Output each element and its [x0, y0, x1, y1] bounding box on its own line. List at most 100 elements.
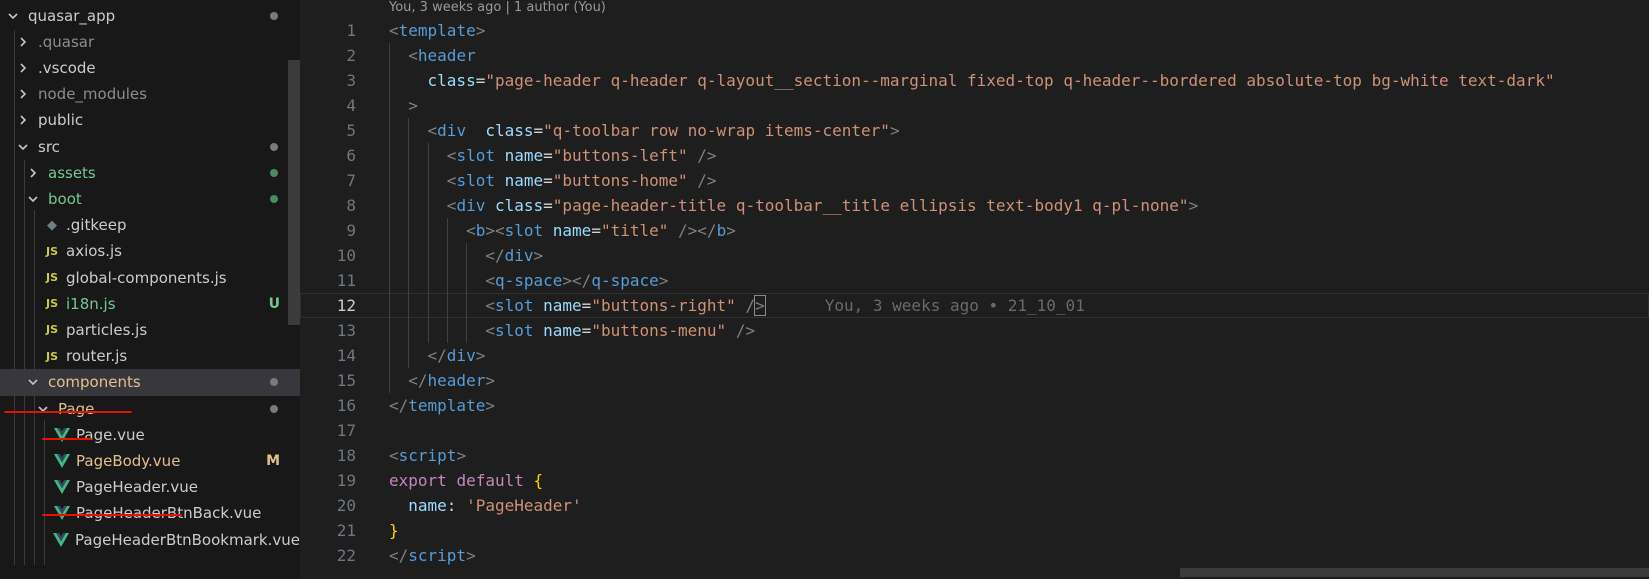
line-number: 5 — [346, 121, 356, 140]
code-text: <header — [389, 43, 475, 68]
code-line[interactable]: 7 <slot name="buttons-home" /> — [300, 168, 1649, 193]
code-line[interactable]: 8 <div class="page-header-title q-toolba… — [300, 193, 1649, 218]
code-line[interactable]: 13 <slot name="buttons-menu" /> — [300, 318, 1649, 343]
code-line[interactable]: 21} — [300, 518, 1649, 543]
explorer-item[interactable]: public — [0, 107, 300, 134]
code-line[interactable]: 17 — [300, 418, 1649, 443]
chevron-down-icon[interactable] — [36, 402, 50, 416]
explorer-item[interactable]: assets — [0, 159, 300, 186]
explorer-item[interactable]: JS particles.js — [0, 316, 300, 343]
chevron-right-icon[interactable] — [16, 87, 30, 101]
code-token: script — [398, 446, 457, 465]
code-line[interactable]: 16 </template> — [300, 393, 1649, 418]
code-token: class — [494, 196, 544, 215]
chevron-down-icon[interactable] — [6, 9, 20, 23]
explorer-scrollbar[interactable] — [288, 60, 300, 325]
explorer-item[interactable]: .quasar — [0, 28, 300, 55]
code-token: = — [543, 171, 553, 190]
code-token: "page-header-title q-toolbar__title elli… — [552, 196, 1189, 215]
tree-indent-guide — [14, 30, 15, 565]
chevron-right-icon[interactable] — [16, 61, 30, 75]
code-line[interactable]: 9 <b><slot name="title" /></b> — [300, 218, 1649, 243]
code-token: class — [427, 71, 476, 90]
code-line[interactable]: 1 <template> — [300, 18, 1649, 43]
line-number: 16 — [336, 396, 356, 415]
explorer-item[interactable]: Page — [0, 395, 300, 422]
code-line[interactable]: 12 <slot name="buttons-right" /> You, 3 w… — [300, 293, 1649, 318]
code-token: slot — [494, 296, 534, 315]
code-token: > — [485, 396, 495, 415]
code-token: < — [446, 171, 457, 190]
explorer-item[interactable]: PageHeaderBtnBookmark.vue — [0, 526, 300, 553]
explorer-item-label: i18n.js — [66, 294, 116, 313]
chevron-down-icon[interactable] — [26, 375, 40, 389]
explorer-item[interactable]: components — [0, 368, 300, 396]
code-token: > — [658, 271, 669, 290]
chevron-right-icon[interactable] — [16, 113, 30, 127]
code-token: < — [466, 221, 476, 240]
code-line[interactable]: 19 export default { — [300, 468, 1649, 493]
code-token: > — [754, 295, 766, 316]
code-line[interactable]: 6 <slot name="buttons-left" /> — [300, 143, 1649, 168]
chevron-down-icon[interactable] — [16, 140, 30, 154]
explorer-item[interactable]: boot — [0, 185, 300, 212]
code-indent-guide — [408, 118, 410, 368]
red-underline-annotation — [42, 514, 182, 516]
explorer-item[interactable]: PageBody.vue M — [0, 447, 300, 474]
explorer-item[interactable]: JS axios.js — [0, 238, 300, 265]
code-line[interactable]: 15 </header> — [300, 368, 1649, 393]
code-line[interactable]: 4 > — [300, 93, 1649, 118]
code-token: slot — [456, 146, 495, 165]
code-token: "title" — [600, 221, 669, 240]
code-token: > — [889, 121, 900, 140]
chevron-right-icon[interactable] — [16, 35, 30, 49]
code-line[interactable]: 20 name: 'PageHeader' — [300, 493, 1649, 518]
code-line[interactable]: 11 <q-space></q-space> — [300, 268, 1649, 293]
line-number: 2 — [346, 46, 356, 65]
code-text: > — [389, 93, 418, 118]
code-token: /> — [735, 321, 756, 340]
explorer-item[interactable]: PageHeader.vue — [0, 474, 300, 501]
code-token: > — [485, 371, 495, 390]
js-file-icon: JS — [45, 244, 58, 258]
code-line[interactable]: 18 <script> — [300, 443, 1649, 468]
code-token: div — [504, 246, 534, 265]
code-line[interactable]: 14 </div> — [300, 343, 1649, 368]
explorer-item[interactable]: node_modules — [0, 81, 300, 108]
horizontal-scrollbar[interactable] — [1180, 568, 1649, 577]
line-number: 11 — [336, 271, 356, 290]
line-number: 18 — [336, 446, 356, 465]
code-token: 'PageHeader' — [466, 496, 582, 515]
code-line[interactable]: 3 class="page-header q-header q-layout__… — [300, 68, 1649, 93]
vue-file-icon — [54, 453, 70, 468]
explorer-sidebar: quasar_app .quasar .vscode node_modules publ… — [0, 0, 300, 579]
explorer-item[interactable]: JS router.js — [0, 343, 300, 370]
line-number: 10 — [336, 246, 356, 265]
code-token: slot — [504, 221, 544, 240]
code-text: </script> — [389, 543, 476, 568]
chevron-down-icon[interactable] — [26, 192, 40, 206]
line-number: 21 — [336, 521, 356, 540]
code-token: /> — [697, 146, 717, 165]
line-number: 12 — [336, 296, 356, 315]
code-editor[interactable]: You, 3 weeks ago | 1 author (You) 1 <temp… — [300, 0, 1649, 579]
explorer-item[interactable]: quasar_app — [0, 2, 300, 29]
explorer-item[interactable]: JS i18n.js U — [0, 290, 300, 317]
code-token: > — [466, 546, 476, 565]
explorer-item[interactable]: .vscode — [0, 54, 300, 81]
code-line[interactable]: 5 <div class="q-toolbar row no-wrap item… — [300, 118, 1649, 143]
explorer-item[interactable]: Page.vue — [0, 421, 300, 448]
code-line[interactable]: 10 </div> — [300, 243, 1649, 268]
explorer-item[interactable]: ◆ .gitkeep — [0, 212, 300, 239]
code-token: /></ — [678, 221, 717, 240]
code-line[interactable]: 2 <header — [300, 43, 1649, 68]
codelens-author[interactable]: You, 3 weeks ago | 1 author (You) — [389, 0, 606, 16]
chevron-right-icon[interactable] — [26, 166, 40, 180]
explorer-item[interactable]: src — [0, 133, 300, 160]
explorer-item[interactable]: JS global-components.js — [0, 264, 300, 291]
code-line[interactable]: 22 </script> — [300, 543, 1649, 568]
